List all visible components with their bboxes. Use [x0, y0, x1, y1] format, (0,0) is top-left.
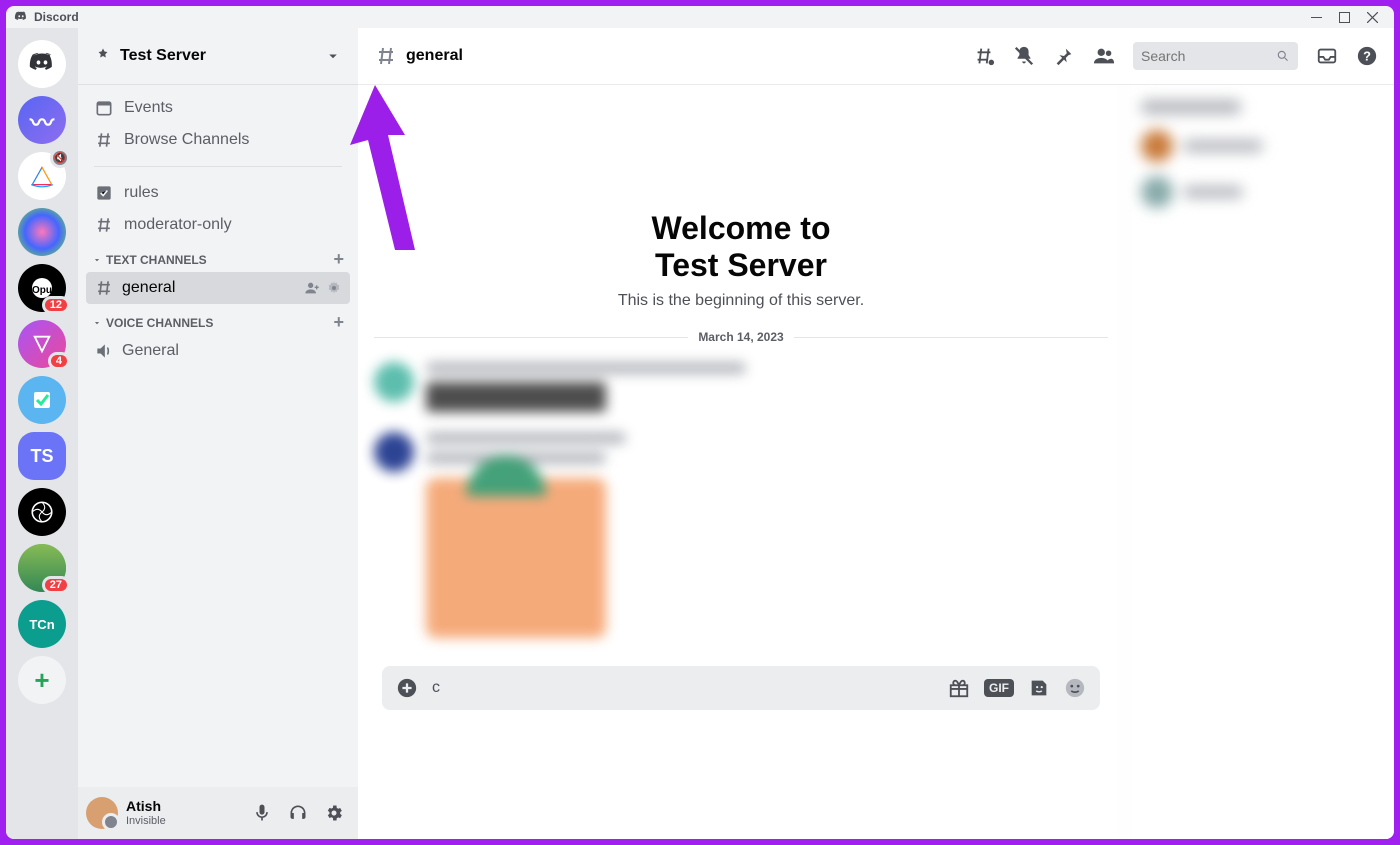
add-server-button[interactable]: +: [18, 656, 66, 704]
member-list: [1124, 84, 1394, 839]
help-button[interactable]: ?: [1356, 45, 1378, 67]
unread-badge: 27: [42, 576, 70, 594]
pinned-button[interactable]: [1053, 45, 1075, 67]
server-item[interactable]: 4: [18, 320, 66, 368]
chevron-down-icon: [92, 255, 102, 265]
sticker-icon[interactable]: [1028, 677, 1050, 699]
hash-icon: [94, 215, 114, 235]
memberlist-button[interactable]: [1093, 45, 1115, 67]
boost-icon: [94, 47, 112, 65]
server-item[interactable]: 〰: [18, 96, 66, 144]
server-item-active[interactable]: TS: [18, 432, 66, 480]
add-channel-button[interactable]: +: [333, 312, 344, 333]
server-rail: 〰 🔇 Opu12 4 TS 27 TCn +: [6, 28, 78, 839]
gift-icon[interactable]: [948, 677, 970, 699]
server-item[interactable]: [18, 488, 66, 536]
search-icon: [1276, 48, 1290, 64]
speaker-icon: [94, 341, 114, 361]
server-item[interactable]: [18, 208, 66, 256]
unread-badge: 12: [42, 296, 70, 314]
minimize-button[interactable]: [1302, 6, 1330, 28]
inbox-button[interactable]: [1316, 45, 1338, 67]
calendar-icon: [94, 98, 114, 118]
date-divider: March 14, 2023: [374, 330, 1108, 344]
close-button[interactable]: [1358, 6, 1386, 28]
titlebar: Discord: [6, 6, 1394, 28]
maximize-button[interactable]: [1330, 6, 1358, 28]
message-input[interactable]: c GIF: [382, 666, 1100, 710]
svg-text:Opu: Opu: [32, 285, 52, 296]
mute-button[interactable]: [246, 797, 278, 829]
server-name: Test Server: [120, 47, 206, 65]
server-item[interactable]: 27: [18, 544, 66, 592]
channel-title: general: [406, 47, 463, 65]
events-button[interactable]: Events: [86, 92, 350, 124]
settings-button[interactable]: [318, 797, 350, 829]
server-header[interactable]: Test Server: [78, 28, 358, 84]
rules-icon: [94, 183, 114, 203]
deafen-button[interactable]: [282, 797, 314, 829]
chat-area: general ? Welcome toTest Server This is …: [358, 28, 1394, 839]
channel-header: general ?: [358, 28, 1394, 84]
hash-browse-icon: [94, 130, 114, 150]
hash-icon: [374, 44, 398, 68]
chevron-down-icon: [324, 47, 342, 65]
voice-general-channel[interactable]: General: [86, 335, 350, 367]
invite-icon[interactable]: [304, 280, 320, 296]
welcome-message: Welcome toTest Server This is the beginn…: [374, 210, 1108, 310]
threads-button[interactable]: [973, 45, 995, 67]
discord-logo-icon: [28, 50, 56, 78]
home-button[interactable]: [18, 40, 66, 88]
browse-channels-button[interactable]: Browse Channels: [86, 124, 350, 156]
notifications-button[interactable]: [1013, 45, 1035, 67]
gif-icon[interactable]: GIF: [984, 679, 1014, 697]
discord-logo-icon: [14, 10, 28, 24]
search-input[interactable]: [1133, 42, 1298, 70]
server-item[interactable]: TCn: [18, 600, 66, 648]
general-channel[interactable]: general: [86, 272, 350, 304]
moderator-channel[interactable]: moderator-only: [86, 209, 350, 241]
blurred-messages: [374, 362, 1108, 658]
svg-text:?: ?: [1363, 49, 1371, 64]
user-info[interactable]: AtishInvisible: [126, 799, 166, 826]
emoji-icon[interactable]: [1064, 677, 1086, 699]
unread-badge: 4: [48, 352, 70, 370]
attach-icon[interactable]: [396, 677, 418, 699]
server-item[interactable]: Opu12: [18, 264, 66, 312]
window-title: Discord: [34, 10, 79, 24]
text-channels-category[interactable]: Text Channels+: [86, 241, 350, 272]
gear-icon[interactable]: [326, 280, 342, 296]
chevron-down-icon: [92, 318, 102, 328]
user-panel: AtishInvisible: [78, 787, 358, 839]
add-channel-button[interactable]: +: [333, 249, 344, 270]
avatar[interactable]: [86, 797, 118, 829]
hash-icon: [94, 278, 114, 298]
server-item[interactable]: 🔇: [18, 152, 66, 200]
rules-channel[interactable]: rules: [86, 177, 350, 209]
channel-sidebar: Test Server Events Browse Channels rules…: [78, 28, 358, 839]
mute-icon: 🔇: [50, 148, 70, 168]
voice-channels-category[interactable]: Voice Channels+: [86, 304, 350, 335]
server-item[interactable]: [18, 376, 66, 424]
